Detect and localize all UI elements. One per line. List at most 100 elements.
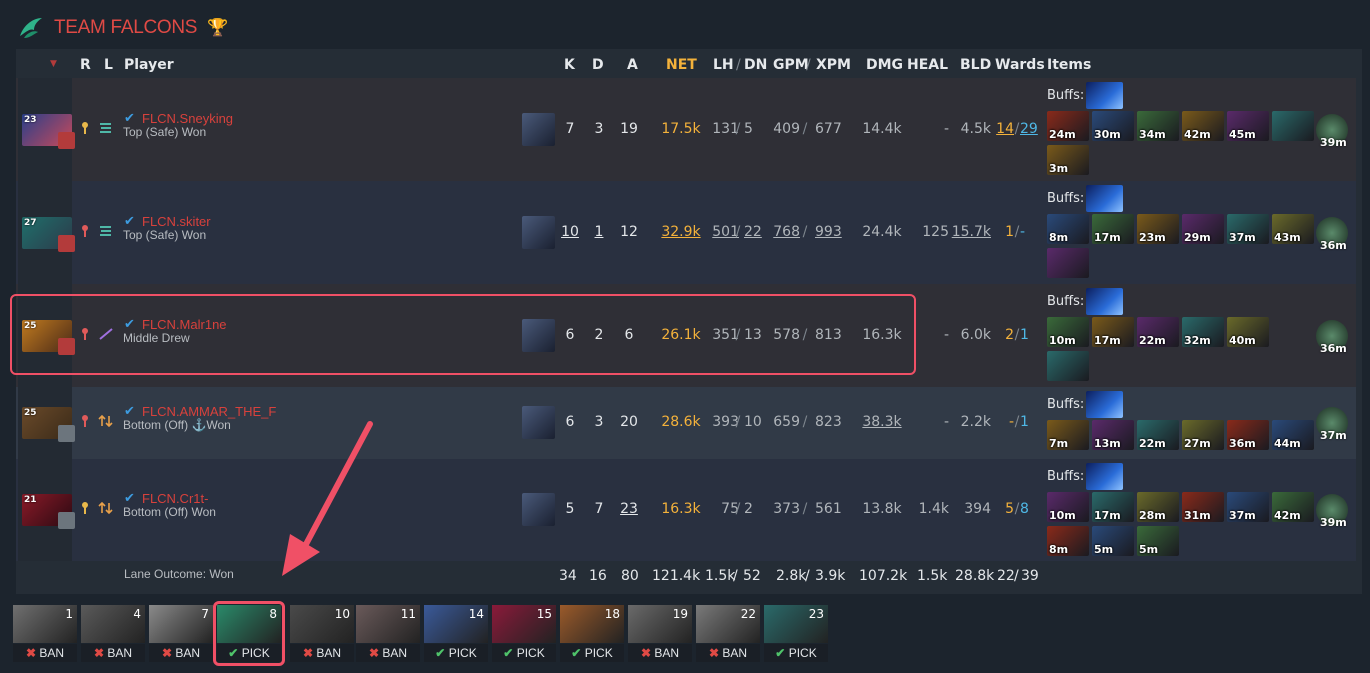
- draft-hero-portrait: 7: [149, 605, 213, 643]
- draft-slot[interactable]: 4 ✖ BAN: [81, 605, 145, 662]
- draft-slot[interactable]: 8 ✔ PICK: [213, 601, 285, 666]
- item-slot[interactable]: 37m: [1227, 214, 1269, 244]
- aghanims-shard-icon[interactable]: [1086, 463, 1123, 490]
- item-slot[interactable]: 44m: [1272, 420, 1314, 450]
- item-slot[interactable]: 23m: [1137, 214, 1179, 244]
- facet-icon[interactable]: [58, 512, 75, 529]
- feather-icon: [82, 415, 88, 427]
- item-slot[interactable]: 31m: [1182, 492, 1224, 522]
- facet-icon[interactable]: [58, 337, 75, 355]
- draft-slot[interactable]: 19 ✖ BAN: [628, 605, 692, 662]
- item-slot[interactable]: 29m: [1182, 214, 1224, 244]
- col-role[interactable]: R: [80, 57, 91, 73]
- sort-icon[interactable]: ▼: [50, 59, 57, 69]
- item-slot[interactable]: 42m: [1272, 492, 1314, 522]
- draft-slot[interactable]: 11 ✖ BAN: [356, 605, 420, 662]
- col-heal[interactable]: HEAL: [907, 57, 948, 73]
- item-slot[interactable]: 10m: [1047, 492, 1089, 522]
- neutral-item-icon[interactable]: 39m: [1316, 494, 1348, 529]
- buffs-label: Buffs:: [1047, 469, 1085, 484]
- cross-icon: ✖: [93, 646, 105, 660]
- aghanims-shard-icon[interactable]: [1086, 185, 1123, 212]
- item-slot[interactable]: [1272, 111, 1314, 141]
- item-slot[interactable]: 10m: [1047, 317, 1089, 347]
- draft-slot[interactable]: 23 ✔ PICK: [764, 605, 828, 662]
- player-name[interactable]: FLCN.AMMAR_THE_F: [142, 404, 276, 419]
- item-slot[interactable]: 27m: [1182, 420, 1224, 450]
- facet-icon[interactable]: [58, 234, 75, 252]
- draft-slot[interactable]: 7 ✖ BAN: [149, 605, 213, 662]
- item-slot[interactable]: 3m: [1047, 145, 1089, 175]
- neutral-item-icon[interactable]: 36m: [1316, 319, 1348, 355]
- player-name[interactable]: FLCN.Cr1t-: [142, 491, 208, 506]
- player-name[interactable]: FLCN.Malr1ne: [142, 317, 227, 332]
- draft-slot[interactable]: 18 ✔ PICK: [560, 605, 624, 662]
- aghanims-shard-icon[interactable]: [1086, 82, 1123, 109]
- item-slot[interactable]: 32m: [1182, 317, 1224, 347]
- draft-slot[interactable]: 1 ✖ BAN: [13, 605, 77, 662]
- item-slot[interactable]: 30m: [1092, 111, 1134, 141]
- team-name[interactable]: TEAM FALCONS: [54, 17, 197, 39]
- item-slot[interactable]: 8m: [1047, 214, 1089, 244]
- col-dn[interactable]: DN: [744, 57, 767, 73]
- draft-slot[interactable]: 14 ✔ PICK: [424, 605, 488, 662]
- col-wards[interactable]: Wards: [995, 57, 1045, 73]
- item-slot[interactable]: 7m: [1047, 420, 1089, 450]
- item-slot[interactable]: 42m: [1182, 111, 1224, 141]
- neutral-item-icon[interactable]: 39m: [1316, 113, 1348, 149]
- item-slot[interactable]: 40m: [1227, 317, 1269, 347]
- item-slot[interactable]: 45m: [1227, 111, 1269, 141]
- item-slot[interactable]: 22m: [1137, 317, 1179, 347]
- item-slot[interactable]: 36m: [1227, 420, 1269, 450]
- item-slot[interactable]: [1047, 351, 1089, 381]
- total-gpm: 2.8k: [776, 568, 807, 584]
- aghanims-shard-icon[interactable]: [1086, 391, 1123, 418]
- item-slot[interactable]: 43m: [1272, 214, 1314, 244]
- draft-slot[interactable]: 10 ✖ BAN: [290, 605, 354, 662]
- assists: 19: [620, 120, 638, 137]
- draft-slot[interactable]: 22 ✖ BAN: [696, 605, 760, 662]
- col-bld[interactable]: BLD: [960, 57, 991, 73]
- item-slot[interactable]: 24m: [1047, 111, 1089, 141]
- item-slot[interactable]: 28m: [1137, 492, 1179, 522]
- col-items[interactable]: Items: [1047, 57, 1091, 73]
- col-net[interactable]: NET: [666, 57, 697, 73]
- total-kills: 34: [559, 568, 577, 584]
- item-slot[interactable]: 5m: [1092, 526, 1134, 556]
- facet-icon[interactable]: [58, 131, 75, 149]
- item-slot[interactable]: 5m: [1137, 526, 1179, 556]
- item-slot[interactable]: 17m: [1092, 214, 1134, 244]
- aghanims-shard-icon[interactable]: [1086, 288, 1123, 315]
- damage: 14.4k: [862, 120, 902, 137]
- draft-slot[interactable]: 15 ✔ PICK: [492, 605, 556, 662]
- col-xpm[interactable]: XPM: [816, 57, 851, 73]
- item-slot[interactable]: 17m: [1092, 317, 1134, 347]
- player-name[interactable]: FLCN.skiter: [142, 214, 211, 229]
- col-lane[interactable]: L: [104, 57, 113, 73]
- draft-hero-portrait: 22: [696, 605, 760, 643]
- item-slot[interactable]: 37m: [1227, 492, 1269, 522]
- item-slot[interactable]: 17m: [1092, 492, 1134, 522]
- buffs-label: Buffs:: [1047, 397, 1085, 412]
- col-deaths[interactable]: D: [592, 57, 604, 73]
- player-name[interactable]: FLCN.Sneyking: [142, 111, 233, 126]
- cross-icon: ✖: [302, 646, 314, 660]
- item-slot[interactable]: 13m: [1092, 420, 1134, 450]
- facet-icon[interactable]: [58, 425, 75, 442]
- item-slot[interactable]: 22m: [1137, 420, 1179, 450]
- verified-icon: ✔: [124, 404, 135, 419]
- col-dmg[interactable]: DMG: [866, 57, 903, 73]
- neutral-item-icon[interactable]: 36m: [1316, 216, 1348, 252]
- hero-level: 21: [24, 495, 37, 505]
- col-lh[interactable]: LH: [713, 57, 734, 73]
- col-gpm[interactable]: GPM: [773, 57, 809, 73]
- draft-order: 4: [133, 607, 141, 621]
- neutral-item-icon[interactable]: 37m: [1316, 407, 1348, 442]
- col-player[interactable]: Player: [124, 57, 174, 73]
- col-assists[interactable]: A: [627, 57, 638, 73]
- item-slot[interactable]: 8m: [1047, 526, 1089, 556]
- item-slot[interactable]: 34m: [1137, 111, 1179, 141]
- item-slot[interactable]: [1047, 248, 1089, 278]
- cross-icon: ✖: [640, 646, 652, 660]
- col-kills[interactable]: K: [564, 57, 575, 73]
